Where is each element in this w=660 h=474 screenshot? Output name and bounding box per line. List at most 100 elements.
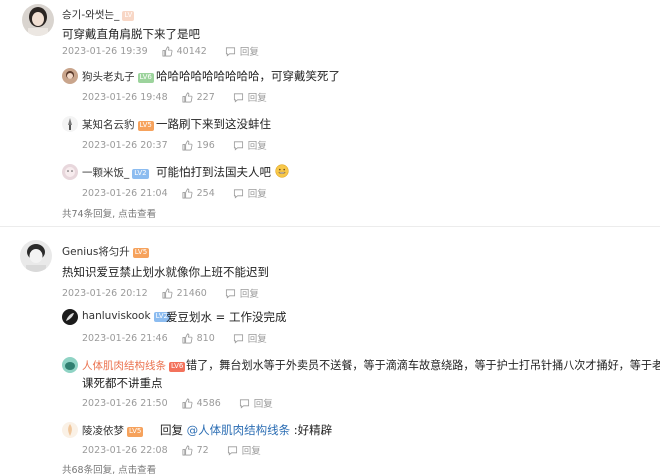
like-count: 227 — [196, 91, 215, 103]
comment-bubble-icon — [233, 188, 243, 198]
thumb-up-icon — [182, 140, 193, 150]
like-button[interactable]: 4586 — [182, 398, 221, 409]
comment-bubble-icon — [227, 445, 237, 455]
like-button[interactable]: 196 — [182, 140, 215, 151]
reply-label: 回复 — [239, 289, 259, 300]
like-count: 810 — [196, 332, 215, 344]
comment-meta: 2023-01-26 20:37 196 回复 — [82, 138, 267, 153]
reply-button[interactable]: 回复 — [233, 186, 267, 200]
thumb-up-icon — [182, 188, 193, 198]
thumb-up-icon — [162, 46, 173, 56]
username[interactable]: 陵凌依梦 LV5 — [82, 423, 144, 438]
timestamp: 2023-01-26 21:46 — [82, 332, 168, 344]
timestamp: 2023-01-26 21:50 — [82, 397, 168, 409]
reply-button[interactable]: 回复 — [225, 286, 259, 300]
avatar[interactable] — [62, 164, 78, 180]
comment-meta: 2023-01-26 20:12 21460 回复 — [62, 286, 259, 301]
thumb-up-icon — [182, 92, 193, 102]
username-text[interactable]: Genius将匀升 — [62, 246, 130, 258]
reply-prefix: 回复 — [160, 423, 187, 437]
level-badge: LV6 — [169, 362, 186, 372]
thumb-up-icon — [182, 333, 193, 343]
reply-text: 回复 @人体肌肉结构线条 :好精辟 — [160, 422, 332, 438]
reply-text-line-2: 课死都不讲重点 — [82, 376, 163, 390]
reply-suffix: :好精辟 — [290, 423, 333, 437]
comment-meta: 2023-01-26 21:46 810 回复 — [82, 331, 267, 346]
like-button[interactable]: 254 — [182, 188, 215, 199]
username[interactable]: Genius将匀升 LV5 — [62, 244, 150, 259]
level-badge: LV2 — [132, 169, 149, 179]
comment-text: 热知识爱豆禁止划水就像你上班不能迟到 — [62, 265, 269, 279]
thumb-up-icon — [182, 398, 193, 408]
avatar[interactable] — [62, 357, 78, 373]
like-button[interactable]: 40142 — [162, 46, 207, 57]
reply-label: 回复 — [247, 189, 267, 200]
username[interactable]: 狗头老丸子 LV6 — [82, 69, 154, 84]
like-count: 40142 — [176, 45, 207, 57]
reply-label: 回复 — [241, 446, 261, 457]
timestamp: 2023-01-26 19:48 — [82, 91, 168, 103]
comment-bubble-icon — [233, 333, 243, 343]
reply-text-content: 可能怕打到法国夫人吧 — [156, 165, 271, 179]
reply-label: 回复 — [247, 334, 267, 345]
like-button[interactable]: 810 — [182, 333, 215, 344]
username-text[interactable]: 狗头老丸子 — [82, 71, 135, 83]
comment-bubble-icon — [225, 46, 235, 56]
thread-divider — [0, 226, 660, 227]
view-all-replies-link[interactable]: 共68条回复, 点击查看 — [62, 462, 156, 474]
reply-text-line-1: 错了，舞台划水等于外卖员不送餐，等于滴滴车故意绕路，等于护士打吊针捅八次才捅好，… — [186, 359, 660, 372]
username-text[interactable]: hanluviskook — [82, 310, 151, 322]
like-count: 4586 — [196, 397, 221, 409]
username-text[interactable]: 승기-와썻는_ — [62, 9, 119, 21]
timestamp: 2023-01-26 20:37 — [82, 139, 168, 151]
comment-text: 可穿戴直角肩脱下来了是吧 — [62, 27, 200, 41]
level-badge: LV — [122, 11, 135, 21]
view-all-replies-link[interactable]: 共74条回复, 点击查看 — [62, 206, 156, 220]
comment-meta: 2023-01-26 21:04 254 回复 — [82, 186, 267, 201]
like-button[interactable]: 227 — [182, 92, 215, 103]
reply-button[interactable]: 回复 — [233, 331, 267, 345]
avatar[interactable] — [62, 68, 78, 84]
reply-button[interactable]: 回复 — [225, 44, 259, 58]
level-badge: LV5 — [137, 121, 154, 131]
username[interactable]: hanluviskook LV2 — [82, 310, 170, 322]
like-button[interactable]: 21460 — [162, 288, 207, 299]
reply-text: 哈哈哈哈哈哈哈哈哈，可穿戴笑死了 — [156, 69, 340, 83]
timestamp: 2023-01-26 20:12 — [62, 287, 148, 299]
username[interactable]: 一颗米饭_ LV2 — [82, 165, 149, 180]
level-badge: LV6 — [137, 73, 154, 83]
mention-link[interactable]: @人体肌肉结构线条 — [187, 423, 291, 437]
like-count: 254 — [196, 187, 215, 199]
username[interactable]: 某知名云豹 LV5 — [82, 117, 154, 132]
avatar[interactable] — [62, 116, 78, 132]
reply-text: 一路刷下来到这没蚌住 — [156, 117, 271, 131]
like-count: 21460 — [176, 287, 207, 299]
grin-emoji-icon — [275, 164, 289, 178]
reply-label: 回复 — [253, 399, 273, 410]
avatar[interactable] — [20, 240, 52, 272]
username-text[interactable]: 某知名云豹 — [82, 119, 135, 131]
avatar[interactable] — [22, 4, 54, 36]
username-text[interactable]: 人体肌肉结构线条 — [82, 360, 166, 372]
username[interactable]: 人体肌肉结构线条 LV6 — [82, 358, 186, 373]
username-text[interactable]: 一颗米饭_ — [82, 167, 129, 179]
reply-button[interactable]: 回复 — [233, 90, 267, 104]
comment-meta: 2023-01-26 21:50 4586 回复 — [82, 396, 273, 411]
reply-button[interactable]: 回复 — [233, 138, 267, 152]
username-text[interactable]: 陵凌依梦 — [82, 425, 124, 437]
timestamp: 2023-01-26 22:08 — [82, 444, 168, 456]
reply-button[interactable]: 回复 — [227, 443, 261, 457]
comment-meta: 2023-01-26 19:48 227 回复 — [82, 90, 267, 105]
username[interactable]: 승기-와썻는_ LV — [62, 7, 135, 22]
reply-text: 爱豆划水 = 工作没完成 — [166, 310, 287, 324]
timestamp: 2023-01-26 19:39 — [62, 45, 148, 57]
avatar[interactable] — [62, 309, 78, 325]
comment-meta: 2023-01-26 19:39 40142 回复 — [62, 44, 259, 59]
reply-text: 可能怕打到法国夫人吧 — [156, 164, 289, 180]
reply-button[interactable]: 回复 — [239, 396, 273, 410]
comment-bubble-icon — [225, 288, 235, 298]
comment-bubble-icon — [233, 140, 243, 150]
like-button[interactable]: 72 — [182, 445, 209, 456]
avatar[interactable] — [62, 422, 78, 438]
reply-label: 回复 — [239, 47, 259, 58]
